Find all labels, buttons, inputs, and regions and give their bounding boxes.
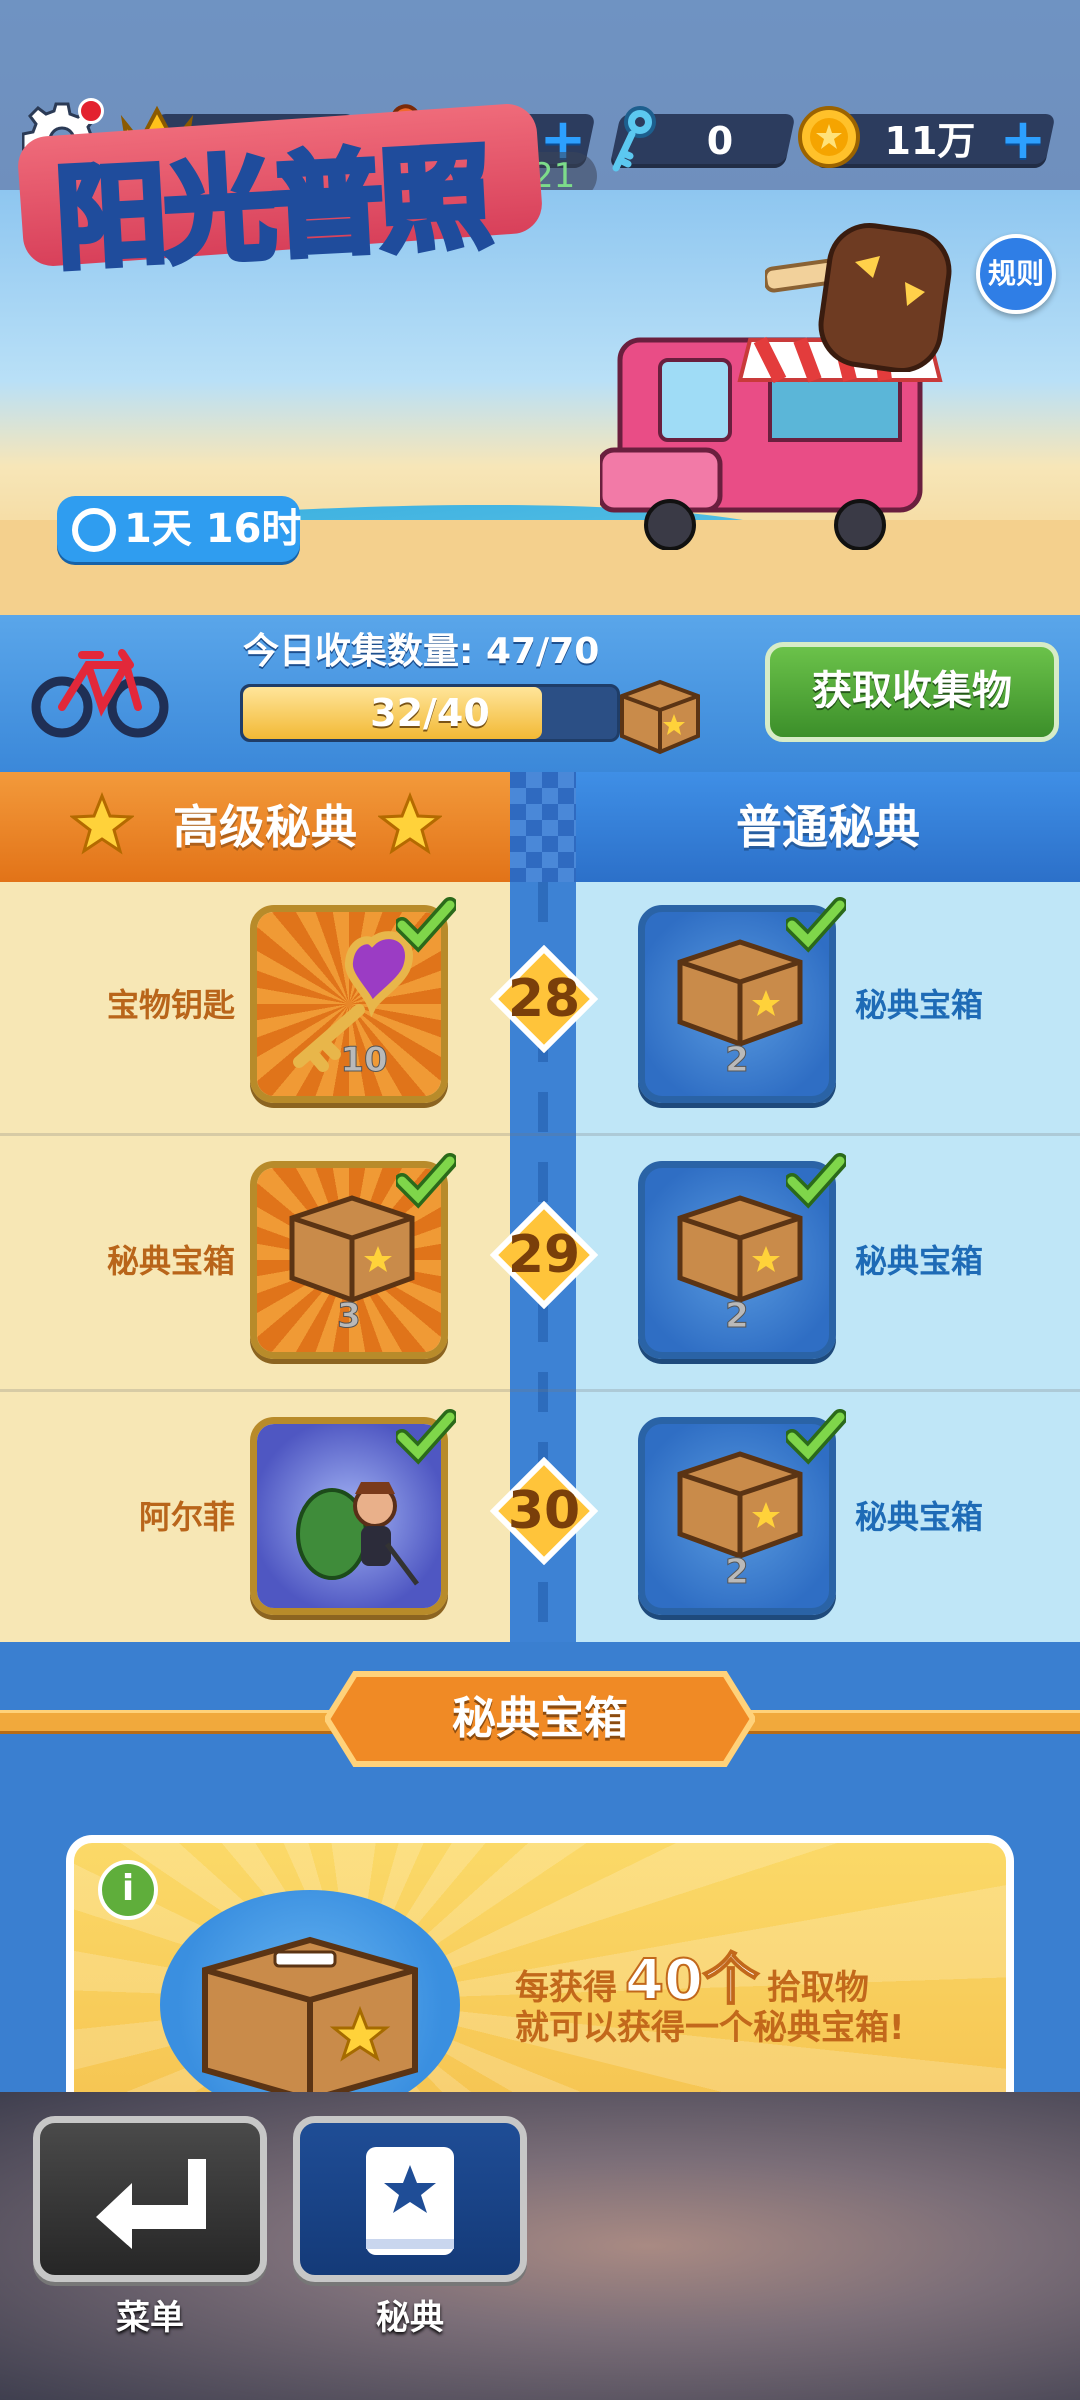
big-chest-icon (202, 1936, 418, 2100)
add-coin-button[interactable]: + (998, 112, 1048, 168)
reward-quantity: 10 (340, 1040, 388, 1081)
premium-reward-name: 秘典宝箱 (106, 1242, 235, 1280)
key-icon (612, 106, 656, 172)
level-number: 30 (507, 1481, 581, 1541)
claimed-check-icon (396, 897, 456, 953)
row-divider (0, 1389, 1080, 1392)
today-label: 今日收集数量: (243, 631, 474, 672)
treasure-chest-icon (620, 679, 700, 755)
normal-reward-name: 秘典宝箱 (855, 1242, 984, 1280)
reward-quantity: 2 (725, 1040, 750, 1081)
progress-text: 32/40 (370, 691, 490, 735)
info-icon[interactable]: i (98, 1860, 158, 1920)
coin-count: 11万 (884, 119, 976, 163)
reward-quantity: 2 (725, 1296, 750, 1337)
popsicle-sign-icon (765, 223, 952, 372)
normal-tier-label: 普通秘典 (736, 800, 920, 854)
get-collectibles-button[interactable]: 获取收集物 (765, 642, 1059, 742)
today-value: 47/70 (485, 631, 600, 672)
star-icon (378, 792, 442, 855)
claimed-check-icon (786, 1409, 846, 1465)
section-title: 秘典宝箱 (452, 1693, 628, 1744)
stopwatch-icon (72, 508, 116, 552)
bicycle-icon (31, 649, 169, 738)
row-divider (0, 1133, 1080, 1136)
timer-text: 1天 16时 (124, 506, 302, 552)
claimed-check-icon (396, 1153, 456, 1209)
character-alfie-icon (296, 1482, 419, 1586)
rules-button[interactable]: 规则 (976, 234, 1056, 314)
tier-divider-checker (510, 772, 576, 882)
key-count: 0 (706, 119, 734, 163)
normal-reward-name: 秘典宝箱 (855, 1498, 984, 1536)
coin-icon (798, 106, 860, 168)
book-button[interactable] (293, 2116, 527, 2282)
card-line-2: 就可以获得一个秘典宝箱! (515, 2008, 905, 2048)
book-label: 秘典 (376, 2298, 444, 2338)
premium-reward-name: 宝物钥匙 (106, 986, 235, 1024)
normal-reward-name: 秘典宝箱 (855, 986, 984, 1024)
star-icon (70, 792, 134, 855)
menu-label: 菜单 (116, 2298, 184, 2338)
reward-quantity: 3 (337, 1296, 362, 1337)
book-star-icon (366, 2147, 454, 2255)
claimed-check-icon (786, 897, 846, 953)
premium-tier-label: 高级秘典 (173, 800, 357, 854)
notification-dot (78, 98, 104, 124)
level-number: 29 (507, 1225, 581, 1285)
level-number: 28 (507, 969, 581, 1029)
claimed-check-icon (786, 1153, 846, 1209)
menu-button[interactable] (33, 2116, 267, 2282)
event-title: 阳光普照 (49, 130, 493, 288)
reward-quantity: 2 (725, 1552, 750, 1593)
today-collected: 今日收集数量: 47/70 (243, 626, 599, 678)
premium-reward-name: 阿尔菲 (138, 1498, 235, 1536)
return-arrow-icon (96, 2159, 206, 2249)
claimed-check-icon (396, 1409, 456, 1465)
